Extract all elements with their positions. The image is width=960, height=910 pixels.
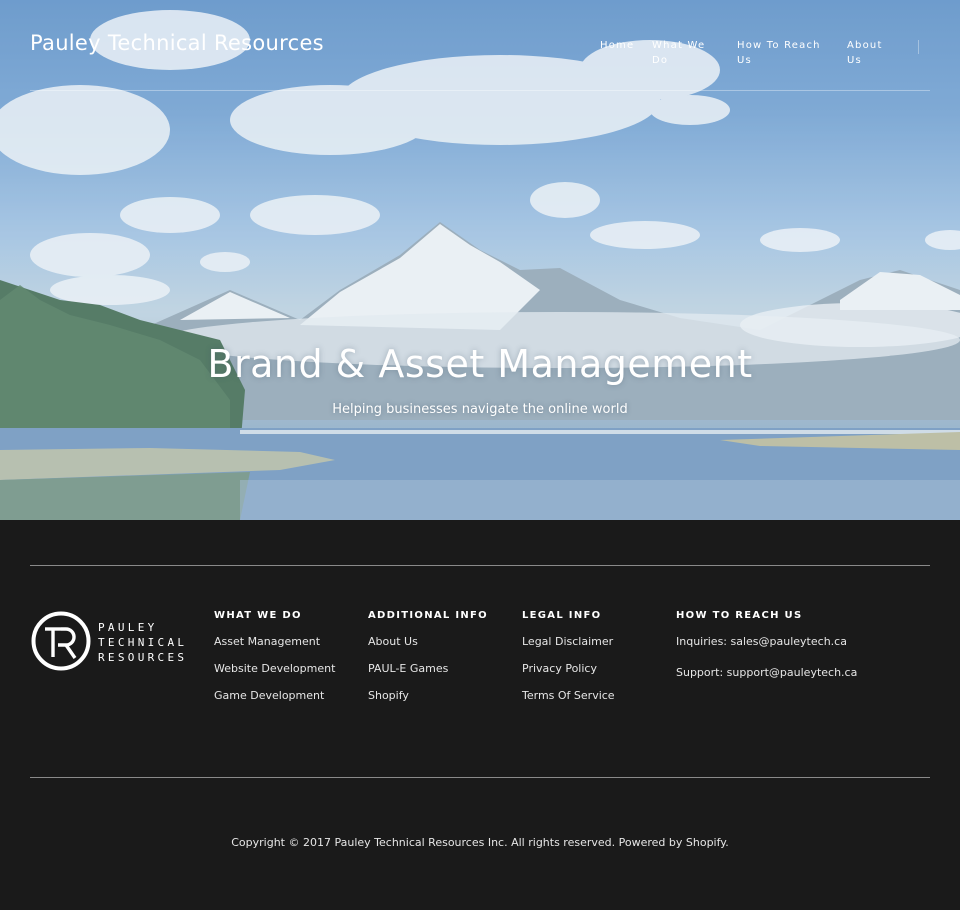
footer-logo[interactable]: PAULEY TECHNICAL RESOURCES [30, 610, 190, 672]
column-heading: LEGAL INFO [522, 610, 602, 621]
logo-word: TECHNICAL [98, 636, 188, 649]
column-heading: ADDITIONAL INFO [368, 610, 488, 621]
footer-link-asset-management[interactable]: Asset Management [214, 635, 335, 649]
footer-link-game-development[interactable]: Game Development [214, 689, 335, 703]
footer-link-about-us[interactable]: About Us [368, 635, 488, 649]
contact-inquiries[interactable]: Inquiries: sales@pauleytech.ca [676, 635, 857, 649]
column-heading: WHAT WE DO [214, 610, 302, 621]
copyright-text: Copyright © 2017 Pauley Technical Resour… [231, 836, 729, 849]
nav-what-we-do[interactable]: What We Do [652, 38, 712, 68]
footer-link-paul-e-games[interactable]: PAUL-E Games [368, 662, 488, 676]
site-title-link[interactable]: Pauley Technical Resources [30, 31, 324, 55]
footer-link-shopify[interactable]: Shopify [368, 689, 488, 703]
contact-support[interactable]: Support: support@pauleytech.ca [676, 666, 857, 680]
tr-monogram-icon [31, 611, 91, 671]
footer-column-how-to-reach-us: HOW TO REACH US Inquiries: sales@pauleyt… [676, 610, 857, 680]
logo-word: RESOURCES [98, 651, 188, 664]
footer-link-legal-disclaimer[interactable]: Legal Disclaimer [522, 635, 615, 649]
column-heading: HOW TO REACH US [676, 610, 803, 621]
nav-home[interactable]: Home [600, 38, 640, 53]
hero-title: Brand & Asset Management [207, 342, 753, 386]
footer-link-terms-of-service[interactable]: Terms Of Service [522, 689, 615, 703]
logo-word: PAULEY [98, 621, 158, 634]
footer-top-divider [30, 565, 930, 566]
footer-bottom-divider [30, 777, 930, 778]
footer-link-website-development[interactable]: Website Development [214, 662, 335, 676]
site-footer: PAULEY TECHNICAL RESOURCES WHAT WE DO As… [0, 520, 960, 910]
footer-column-additional-info: ADDITIONAL INFO About Us PAUL-E Games Sh… [368, 610, 488, 703]
nav-about-us[interactable]: About Us [847, 38, 897, 68]
nav-divider [918, 40, 919, 54]
footer-link-privacy-policy[interactable]: Privacy Policy [522, 662, 615, 676]
hero-subtitle: Helping businesses navigate the online w… [332, 402, 628, 417]
footer-column-legal-info: LEGAL INFO Legal Disclaimer Privacy Poli… [522, 610, 615, 703]
nav-how-to-reach-us[interactable]: How To Reach Us [737, 38, 827, 68]
hero-banner: Pauley Technical Resources Home What We … [0, 0, 960, 520]
site-header: Pauley Technical Resources Home What We … [30, 0, 930, 91]
logo-wordmark: PAULEY TECHNICAL RESOURCES [98, 620, 187, 665]
footer-column-what-we-do: WHAT WE DO Asset Management Website Deve… [214, 610, 335, 703]
